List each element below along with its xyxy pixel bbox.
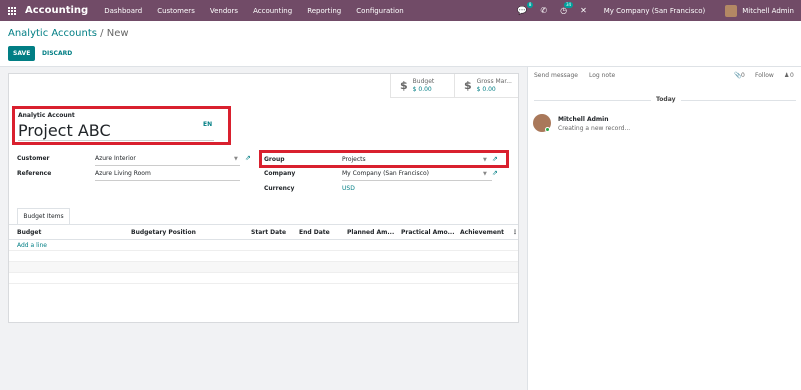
- customer-label: Customer: [17, 155, 50, 162]
- breadcrumb-current: New: [106, 28, 129, 39]
- reference-underline: [95, 180, 240, 181]
- today-label: Today: [651, 96, 681, 103]
- customer-underline: [95, 165, 240, 166]
- column-achievement[interactable]: Achievement: [460, 229, 504, 236]
- budget-label: Budget: [412, 77, 435, 85]
- save-button[interactable]: SAVE: [8, 46, 36, 61]
- budget-value: $ 0.00: [412, 85, 432, 93]
- dollar-icon: $: [400, 79, 408, 92]
- menu-dashboard[interactable]: Dashboard: [104, 7, 142, 15]
- followers-count[interactable]: 0: [790, 72, 794, 79]
- tab-budget-items[interactable]: Budget Items: [17, 208, 70, 224]
- form-sheet: $ Budget $ 0.00 $ Gross Mar... $ 0.00 An…: [8, 73, 519, 323]
- budget-items-table: Budget Budgetary Position Start Date End…: [9, 225, 518, 284]
- group-highlight-box: [259, 150, 509, 168]
- breadcrumb: Analytic Accounts / New: [8, 28, 129, 39]
- column-start-date[interactable]: Start Date: [251, 229, 286, 236]
- grid-icon[interactable]: [8, 6, 16, 15]
- menu-reporting[interactable]: Reporting: [307, 7, 341, 15]
- name-highlight-box: [12, 106, 231, 145]
- menu-accounting[interactable]: Accounting: [253, 7, 292, 15]
- avatar[interactable]: [725, 4, 738, 17]
- budget-smart-button[interactable]: $ Budget $ 0.00: [390, 74, 454, 97]
- smart-button-box: $ Budget $ 0.00 $ Gross Mar... $ 0.00: [390, 74, 518, 98]
- message-body: Creating a new record...: [558, 125, 631, 132]
- close-icon[interactable]: ✕: [580, 6, 587, 15]
- customer-input[interactable]: Azure Interior: [95, 155, 136, 162]
- table-row: [9, 262, 518, 273]
- table-row: [9, 273, 518, 284]
- column-budgetary-position[interactable]: Budgetary Position: [131, 229, 196, 236]
- user-icon[interactable]: ♟: [784, 72, 789, 79]
- chevron-down-icon[interactable]: ▼: [483, 171, 487, 177]
- menu-vendors[interactable]: Vendors: [210, 7, 238, 15]
- chatter-panel: Send message Log note 📎 0 Follow ♟ 0 Tod…: [527, 67, 801, 390]
- clock-icon[interactable]: ◷ 34: [560, 2, 574, 15]
- chevron-down-icon[interactable]: ▼: [234, 156, 238, 162]
- table-row: Add a line: [9, 240, 518, 251]
- reference-label: Reference: [17, 170, 52, 177]
- menu-configuration[interactable]: Configuration: [356, 7, 403, 15]
- gross-margin-smart-button[interactable]: $ Gross Mar... $ 0.00: [454, 74, 518, 97]
- online-status-icon: [545, 127, 550, 132]
- external-link-icon[interactable]: ⇗: [245, 154, 251, 162]
- add-line-link[interactable]: Add a line: [17, 242, 47, 249]
- column-practical-amount[interactable]: Practical Amo...: [401, 229, 455, 236]
- chat-icon[interactable]: 💬 8: [517, 2, 534, 15]
- table-header: Budget Budgetary Position Start Date End…: [9, 225, 518, 240]
- reference-input[interactable]: Azure Living Room: [95, 170, 151, 177]
- messages-badge: 8: [526, 2, 534, 8]
- message-author[interactable]: Mitchell Admin: [558, 116, 609, 123]
- gross-margin-label: Gross Mar...: [476, 77, 512, 85]
- kebab-icon[interactable]: ⋮: [512, 229, 518, 236]
- currency-label: Currency: [264, 185, 295, 192]
- phone-icon[interactable]: ✆: [540, 6, 547, 15]
- dollar-icon: $: [464, 79, 472, 92]
- company-switcher[interactable]: My Company (San Francisco): [604, 7, 705, 15]
- app-brand[interactable]: Accounting: [25, 5, 88, 16]
- discard-button[interactable]: DISCARD: [42, 46, 72, 61]
- breadcrumb-separator: /: [100, 28, 104, 39]
- chatter-topbar: Send message Log note 📎 0 Follow ♟ 0: [528, 67, 801, 84]
- menu-customers[interactable]: Customers: [157, 7, 195, 15]
- column-end-date[interactable]: End Date: [299, 229, 330, 236]
- table-row: [9, 251, 518, 262]
- company-input[interactable]: My Company (San Francisco): [342, 170, 429, 177]
- external-link-icon[interactable]: ⇗: [492, 169, 498, 177]
- activity-badge: 34: [563, 2, 574, 8]
- attachments-count[interactable]: 0: [741, 72, 745, 79]
- company-underline: [342, 180, 492, 181]
- send-message-button[interactable]: Send message: [534, 72, 578, 79]
- log-note-button[interactable]: Log note: [589, 72, 615, 79]
- gross-margin-value: $ 0.00: [476, 85, 496, 93]
- currency-link[interactable]: USD: [342, 185, 355, 192]
- top-navbar: Accounting Dashboard Customers Vendors A…: [0, 0, 801, 21]
- follow-button[interactable]: Follow: [755, 72, 774, 79]
- user-menu[interactable]: Mitchell Admin: [742, 7, 794, 15]
- control-panel: Analytic Accounts / New SAVE DISCARD: [0, 21, 801, 67]
- column-planned-amount[interactable]: Planned Am...: [347, 229, 394, 236]
- breadcrumb-parent[interactable]: Analytic Accounts: [8, 28, 97, 39]
- company-label: Company: [264, 170, 296, 177]
- column-budget[interactable]: Budget: [17, 229, 41, 236]
